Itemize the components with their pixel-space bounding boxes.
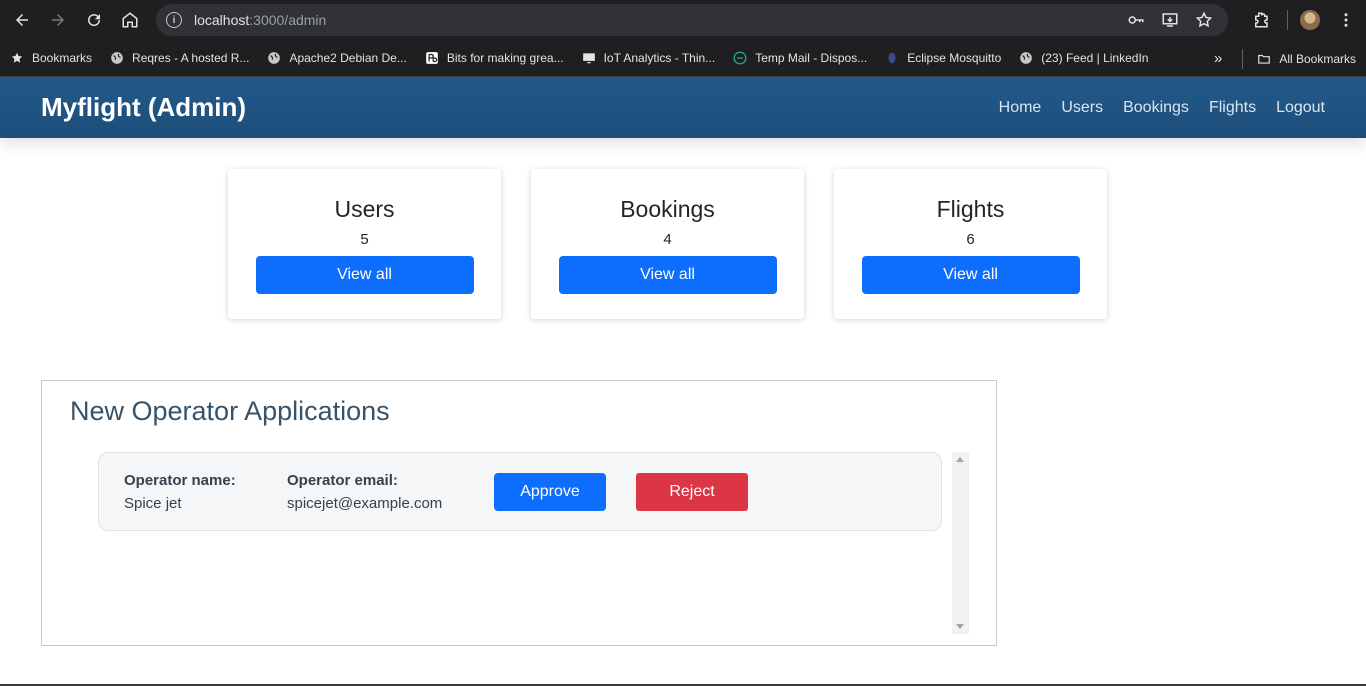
operator-email-label: Operator email:	[287, 472, 398, 489]
bookmark-item[interactable]: IoT Analytics - Thin...	[582, 51, 715, 65]
bookmark-item[interactable]: Temp Mail - Dispos...	[733, 51, 867, 65]
address-bar[interactable]: i localhost:3000/admin	[156, 4, 1228, 36]
nav-bookings-link[interactable]: Bookings	[1123, 99, 1189, 117]
app-navbar: Myflight (Admin) Home Users Bookings Fli…	[0, 77, 1366, 138]
application-item: Operator name: Spice jet Operator email:…	[98, 452, 942, 531]
nav-users-link[interactable]: Users	[1061, 99, 1103, 117]
brand-title[interactable]: Myflight (Admin)	[41, 92, 246, 123]
nav-home-link[interactable]: Home	[999, 99, 1042, 117]
folder-icon	[1257, 52, 1271, 66]
back-icon[interactable]	[8, 6, 36, 34]
tempmail-icon	[733, 51, 747, 65]
operator-name-field: Operator name: Spice jet	[124, 472, 236, 512]
bookings-card: Bookings 4 View all	[531, 169, 804, 319]
flights-card: Flights 6 View all	[834, 169, 1107, 319]
url-text[interactable]: localhost:3000/admin	[194, 12, 326, 28]
operator-applications-panel: New Operator Applications Operator name:…	[41, 380, 997, 646]
extensions-icon[interactable]	[1247, 6, 1275, 34]
operator-name-value: Spice jet	[124, 495, 182, 512]
card-title: Users	[334, 196, 395, 222]
card-title: Bookings	[620, 196, 715, 222]
view-all-bookings-button[interactable]: View all	[558, 256, 777, 294]
browser-toolbar: i localhost:3000/admin	[0, 0, 1366, 40]
globe-icon	[267, 51, 281, 65]
panel-scrollbar[interactable]	[952, 452, 969, 634]
avatar[interactable]	[1300, 10, 1320, 30]
bookmark-item[interactable]: Bits for making grea...	[425, 51, 564, 65]
bits-icon	[425, 51, 439, 65]
install-app-icon[interactable]	[1160, 10, 1180, 30]
site-info-icon[interactable]: i	[166, 12, 182, 28]
operator-name-label: Operator name:	[124, 472, 236, 489]
bookmark-star-icon[interactable]	[1194, 10, 1214, 30]
bookmarks-separator	[1242, 48, 1244, 69]
bookmark-item[interactable]: Bookmarks	[10, 51, 92, 65]
nav-logout-link[interactable]: Logout	[1276, 99, 1325, 117]
panel-title: New Operator Applications	[70, 396, 390, 426]
view-all-flights-button[interactable]: View all	[861, 256, 1080, 294]
card-count: 5	[360, 231, 369, 248]
users-card: Users 5 View all	[228, 169, 501, 319]
home-icon[interactable]	[116, 6, 144, 34]
bookmarks-bar: Bookmarks Reqres - A hosted R... Apache2…	[0, 40, 1366, 77]
more-bookmarks-icon[interactable]: »	[1214, 50, 1222, 67]
iot-icon	[582, 51, 596, 65]
card-title: Flights	[936, 196, 1005, 222]
reload-icon[interactable]	[80, 6, 108, 34]
card-count: 6	[966, 231, 975, 248]
all-bookmarks-button[interactable]: All Bookmarks	[1257, 52, 1356, 66]
globe-icon	[110, 51, 124, 65]
card-count: 4	[663, 231, 672, 248]
approve-button[interactable]: Approve	[494, 473, 606, 511]
menu-kebab-icon[interactable]	[1332, 6, 1360, 34]
scroll-up-icon[interactable]	[956, 457, 964, 462]
forward-icon[interactable]	[44, 6, 72, 34]
stats-cards: Users 5 View all Bookings 4 View all Fli…	[228, 169, 1107, 319]
mosquitto-icon	[885, 51, 899, 65]
nav-flights-link[interactable]: Flights	[1209, 99, 1256, 117]
bookmark-item[interactable]: Reqres - A hosted R...	[110, 51, 249, 65]
operator-email-field: Operator email: spicejet@example.com	[287, 472, 442, 512]
password-key-icon[interactable]	[1126, 10, 1146, 30]
operator-email-value: spicejet@example.com	[287, 495, 443, 512]
reject-button[interactable]: Reject	[636, 473, 748, 511]
view-all-users-button[interactable]: View all	[255, 256, 474, 294]
bookmark-item[interactable]: (23) Feed | LinkedIn	[1019, 51, 1148, 65]
toolbar-separator	[1287, 10, 1288, 30]
scroll-down-icon[interactable]	[956, 624, 964, 629]
bookmark-item[interactable]: Eclipse Mosquitto	[885, 51, 1001, 65]
bookmark-item[interactable]: Apache2 Debian De...	[267, 51, 407, 65]
globe-icon	[1019, 51, 1033, 65]
star-icon	[10, 51, 24, 65]
